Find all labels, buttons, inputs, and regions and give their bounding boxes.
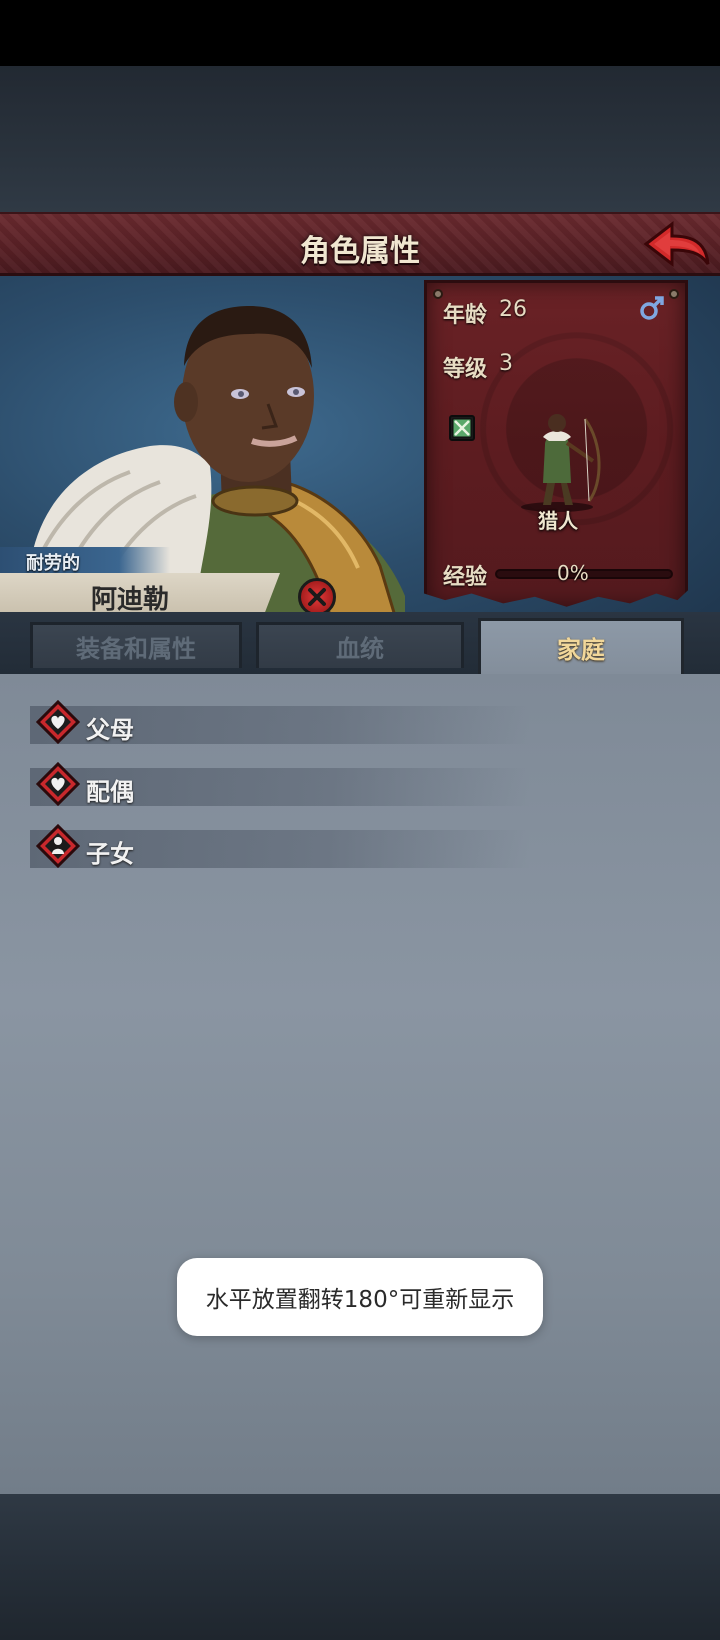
family-label-children: 子女 xyxy=(86,840,134,868)
tab-strip: 装备和属性 血统 家庭 xyxy=(0,612,720,674)
family-row-parents[interactable]: 父母 xyxy=(30,700,530,744)
toast-message: 水平放置翻转180°可重新显示 xyxy=(177,1258,543,1336)
page-title: 角色属性 xyxy=(300,234,420,269)
back-button[interactable] xyxy=(642,220,712,270)
trait-tag: 耐劳的 xyxy=(0,547,170,574)
level-label: 等级 xyxy=(443,357,488,382)
dismiss-character-button[interactable] xyxy=(298,578,336,616)
class-name: 猎人 xyxy=(538,509,578,533)
tab-family[interactable]: 家庭 xyxy=(478,618,684,674)
family-row-spouse[interactable]: 配偶 xyxy=(30,762,530,806)
heart-icon xyxy=(36,700,80,744)
family-row-children[interactable]: 子女 xyxy=(30,824,530,868)
family-label-spouse: 配偶 xyxy=(86,778,134,806)
child-icon xyxy=(36,824,80,868)
level-value: 3 xyxy=(499,351,513,376)
heart-icon xyxy=(36,762,80,806)
name-plate: 阿迪勒 xyxy=(0,573,280,617)
rivet-decoration xyxy=(669,289,679,299)
experience-label: 经验 xyxy=(443,565,488,590)
status-bar xyxy=(0,0,720,66)
close-icon xyxy=(308,588,326,606)
bottom-background xyxy=(0,1494,720,1640)
tab-bloodline[interactable]: 血统 xyxy=(256,622,464,668)
title-bar: 角色属性 xyxy=(0,212,720,276)
family-panel: 父母 配偶 子女 xyxy=(0,674,720,1494)
age-label: 年龄 xyxy=(443,303,488,328)
top-background xyxy=(0,66,720,214)
male-icon xyxy=(640,296,664,320)
tab-equipment-attributes[interactable]: 装备和属性 xyxy=(30,622,242,668)
age-value: 26 xyxy=(499,297,527,322)
family-label-parents: 父母 xyxy=(86,716,134,744)
character-name: 阿迪勒 xyxy=(90,585,169,615)
rivet-decoration xyxy=(433,289,443,299)
class-badge-icon[interactable] xyxy=(449,415,475,441)
hunter-figure-icon xyxy=(521,414,601,512)
stats-card: 年龄 26 等级 3 猎人 经验 0% xyxy=(424,280,688,607)
experience-percent: 0% xyxy=(557,561,589,585)
back-arrow-icon xyxy=(643,220,710,268)
